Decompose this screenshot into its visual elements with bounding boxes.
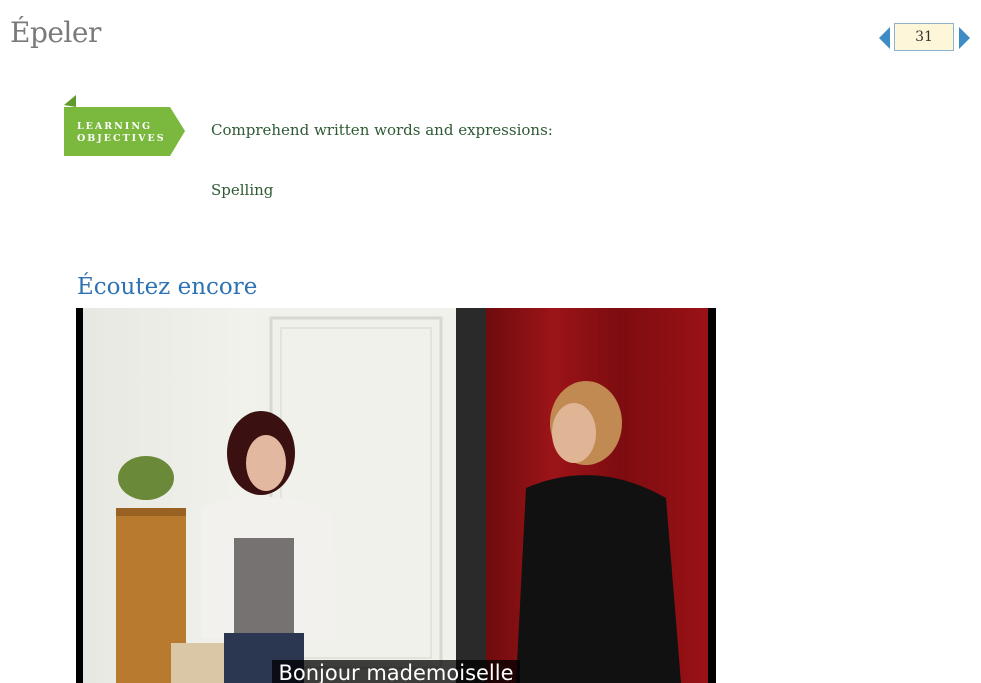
triangle-left-icon[interactable] [879, 27, 890, 49]
video-frame [76, 308, 716, 683]
section-heading: Écoutez encore [77, 274, 258, 300]
video-player[interactable]: Bonjour mademoiselle [76, 308, 716, 683]
subtitle-text: Bonjour mademoiselle [272, 660, 520, 683]
page-navigator: 31 [879, 23, 971, 53]
objective-item: Spelling [211, 181, 274, 199]
learning-objectives-banner: LEARNING OBJECTIVES [64, 95, 186, 157]
banner-label-line2: OBJECTIVES [77, 133, 166, 144]
page-title: Épeler [10, 16, 101, 49]
page: Épeler 31 LEARNING OBJECTIVES Comprehend… [0, 0, 981, 683]
page-number-box[interactable]: 31 [894, 23, 954, 51]
video-subtitle: Bonjour mademoiselle [76, 660, 716, 683]
objectives-heading: Comprehend written words and expressions… [211, 121, 553, 139]
banner-label: LEARNING OBJECTIVES [77, 121, 166, 145]
triangle-right-icon[interactable] [959, 27, 970, 49]
banner-label-line1: LEARNING [77, 121, 153, 132]
